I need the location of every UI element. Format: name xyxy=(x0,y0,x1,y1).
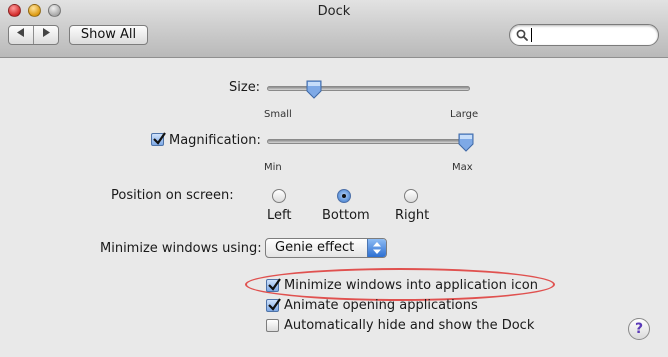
position-left-radio[interactable] xyxy=(272,189,286,203)
up-down-arrows-icon xyxy=(373,242,381,254)
back-forward-control xyxy=(8,25,59,45)
triangle-left-icon xyxy=(17,28,24,37)
magnification-slider-thumb[interactable] xyxy=(457,133,475,153)
autohide-dock-checkbox[interactable] xyxy=(266,319,279,332)
position-bottom-radio[interactable] xyxy=(337,189,351,203)
help-button[interactable]: ? xyxy=(628,318,650,340)
magnification-max-label: Max xyxy=(452,162,473,173)
minimize-into-icon-checkbox[interactable] xyxy=(266,278,281,292)
minimize-into-icon-label: Minimize windows into application icon xyxy=(284,278,538,293)
magnification-min-label: Min xyxy=(264,162,282,173)
minimize-effect-popup[interactable]: Genie effect xyxy=(265,238,387,258)
position-left-label: Left xyxy=(267,208,292,223)
autohide-dock-label: Automatically hide and show the Dock xyxy=(284,318,535,333)
forward-button[interactable] xyxy=(34,26,58,44)
window-title: Dock xyxy=(317,4,351,19)
popup-arrows xyxy=(367,239,386,257)
show-all-button[interactable]: Show All xyxy=(69,25,148,45)
size-max-label: Large xyxy=(450,109,479,120)
position-right-radio[interactable] xyxy=(404,189,418,203)
title-bar: Dock Show All xyxy=(0,0,668,58)
minimize-effect-value: Genie effect xyxy=(275,240,355,255)
checkmark-icon xyxy=(268,278,281,291)
search-icon xyxy=(516,29,528,41)
size-min-label: Small xyxy=(264,109,292,120)
checkmark-icon xyxy=(268,298,281,311)
dock-preferences-window: Dock Show All Size: Small Large Magnific… xyxy=(0,0,668,357)
search-field[interactable] xyxy=(509,24,659,46)
animate-opening-label: Animate opening applications xyxy=(284,298,478,313)
magnification-checkbox[interactable] xyxy=(151,132,166,146)
checkmark-icon xyxy=(153,132,166,145)
triangle-right-icon xyxy=(43,28,50,37)
minimize-effect-label: Minimize windows using: xyxy=(100,241,262,256)
size-slider-thumb[interactable] xyxy=(305,80,323,100)
magnification-slider-track[interactable] xyxy=(267,139,470,144)
animate-opening-checkbox[interactable] xyxy=(266,298,281,312)
magnification-label: Magnification: xyxy=(169,133,261,148)
size-slider-track[interactable] xyxy=(267,86,470,91)
back-button[interactable] xyxy=(9,26,34,44)
position-label: Position on screen: xyxy=(111,188,234,203)
text-cursor xyxy=(531,28,532,42)
position-bottom-label: Bottom xyxy=(322,208,370,223)
position-right-label: Right xyxy=(395,208,430,223)
size-label: Size: xyxy=(229,80,261,95)
